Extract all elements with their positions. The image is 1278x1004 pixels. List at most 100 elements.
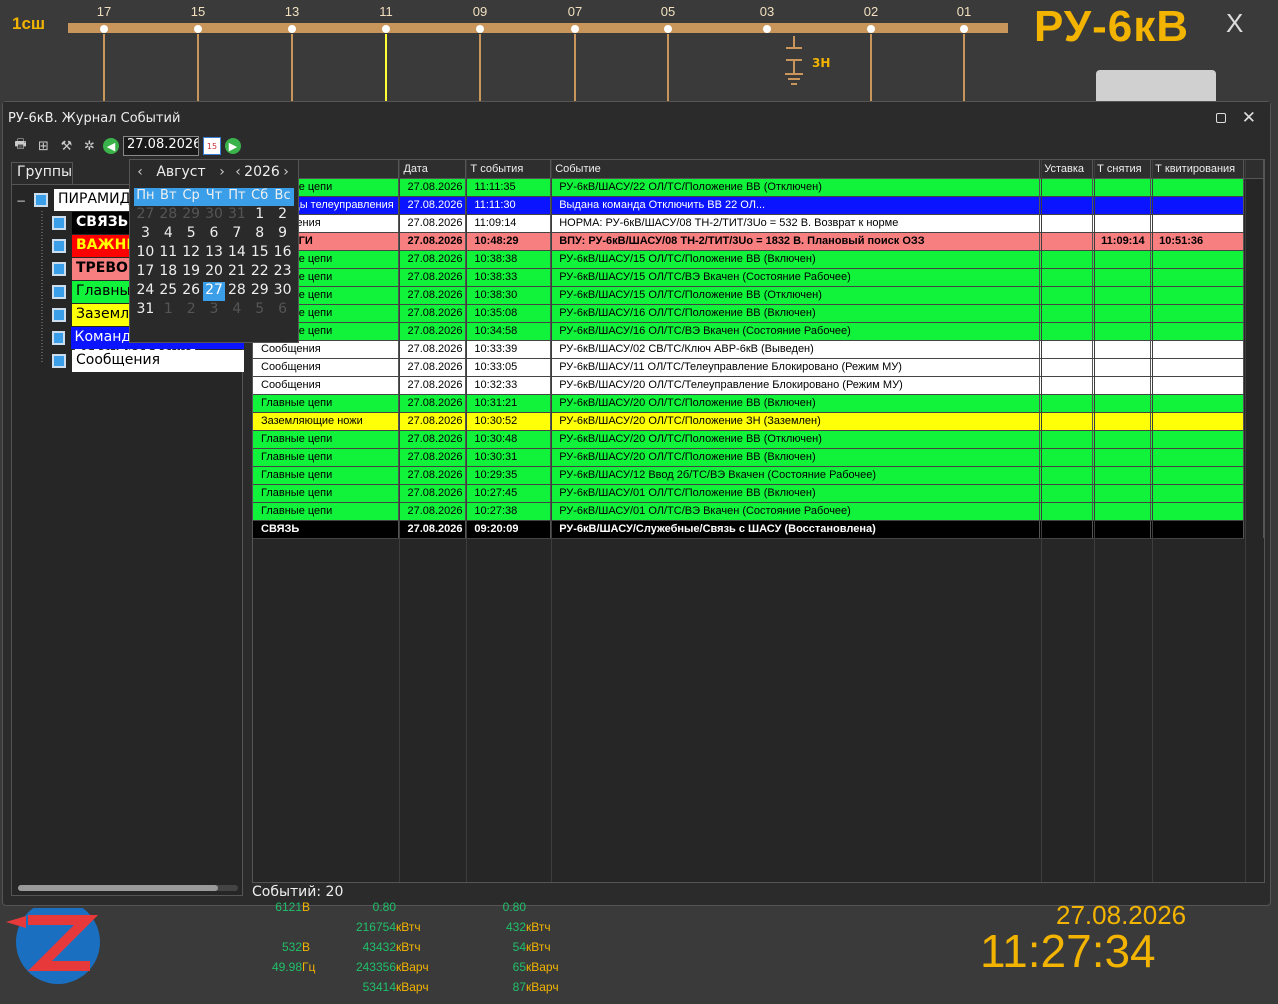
feeder-11[interactable]: 11 — [366, 4, 406, 106]
calendar-day[interactable]: 5 — [180, 225, 203, 244]
calendar-day[interactable]: 2 — [271, 206, 294, 225]
column-header[interactable]: Событие — [550, 160, 1041, 179]
calendar-icon[interactable]: 15 — [203, 137, 221, 155]
calendar-day[interactable]: 13 — [203, 244, 226, 263]
calendar-day[interactable]: 6 — [203, 225, 226, 244]
table-row[interactable]: Главные цепи 27.08.2026 10:27:38 РУ-6кВ/ШАС… — [253, 502, 1264, 521]
table-row[interactable]: Главные цепи27.08.202610:38:33РУ-6кВ/ШАС… — [253, 268, 1264, 287]
calendar-day[interactable]: 20 — [203, 263, 226, 282]
calendar-day[interactable]: 30 — [271, 282, 294, 301]
feeder-02[interactable]: 02 — [851, 4, 891, 106]
next-year-icon[interactable]: › — [280, 164, 292, 180]
calendar-month[interactable]: Август — [146, 164, 216, 180]
calendar-day[interactable]: 28 — [225, 282, 248, 301]
group-checkbox[interactable] — [52, 216, 66, 230]
calendar-day[interactable]: 12 — [180, 244, 203, 263]
table-row[interactable]: Главные цепи 27.08.2026 10:30:48 РУ-6кВ/ШАС… — [253, 430, 1264, 449]
group-checkbox[interactable] — [52, 331, 65, 345]
tree-icon[interactable]: ⊞ — [34, 137, 53, 156]
table-row[interactable]: СВЯЗЬ 27.08.2026 09:20:09 РУ-6кВ/ШАСУ/Служе… — [253, 520, 1264, 539]
table-row[interactable]: Главные цепи 27.08.2026 10:30:31 РУ-6кВ/ШАС… — [253, 448, 1264, 467]
filter-icon[interactable]: ✲ — [80, 137, 99, 156]
calendar-day[interactable]: 1 — [157, 301, 180, 320]
window-close-button[interactable]: ✕ — [1242, 108, 1256, 128]
calendar-day[interactable]: 4 — [225, 301, 248, 320]
table-row[interactable]: Главные цепи27.08.202610:38:38РУ-6кВ/ШАС… — [253, 250, 1264, 269]
column-header[interactable]: Т события — [465, 160, 552, 179]
feeder-07[interactable]: 07 — [555, 4, 595, 106]
table-row[interactable]: Главные цепи27.08.202610:38:30РУ-6кВ/ШАС… — [253, 286, 1264, 305]
calendar-day[interactable]: 18 — [157, 263, 180, 282]
calendar-day[interactable]: 15 — [248, 244, 271, 263]
table-row[interactable]: Главные цепи27.08.202610:34:58РУ-6кВ/ШАС… — [253, 322, 1264, 341]
column-header[interactable]: Т квитирования — [1150, 160, 1245, 179]
table-row[interactable]: Сообщения 27.08.2026 10:32:33 РУ-6кВ/ШАСУ/2… — [253, 376, 1264, 395]
calendar-day[interactable]: 28 — [157, 206, 180, 225]
calendar-day[interactable]: 27 — [134, 206, 157, 225]
calendar-day[interactable]: 11 — [157, 244, 180, 263]
calendar-day[interactable]: 7 — [225, 225, 248, 244]
column-header[interactable]: Уставка — [1039, 160, 1094, 179]
calendar-day[interactable]: 9 — [271, 225, 294, 244]
column-header[interactable]: Дата — [398, 160, 467, 179]
group-checkbox[interactable] — [52, 262, 66, 276]
calendar-day[interactable]: 16 — [271, 244, 294, 263]
calendar-day[interactable]: 4 — [157, 225, 180, 244]
feeder-15[interactable]: 15 — [178, 4, 218, 106]
group-checkbox[interactable] — [52, 285, 66, 299]
calendar-day[interactable]: 23 — [271, 263, 294, 282]
table-row[interactable]: Главные цепи 27.08.2026 10:29:35 РУ-6кВ/ШАС… — [253, 466, 1264, 485]
group-checkbox[interactable] — [52, 308, 66, 322]
group-checkbox[interactable] — [52, 354, 66, 368]
calendar-day[interactable]: 17 — [134, 263, 157, 282]
feeder-09[interactable]: 09 — [460, 4, 500, 106]
tree-item[interactable]: Сообщения — [52, 350, 244, 372]
calendar-day[interactable]: 10 — [134, 244, 157, 263]
calendar-day[interactable]: 31 — [134, 301, 157, 320]
calendar-day[interactable]: 3 — [203, 301, 226, 320]
calendar-day[interactable]: 26 — [180, 282, 203, 301]
table-row[interactable]: Главные цепи27.08.202611:11:35РУ-6кВ/ШАС… — [253, 178, 1264, 197]
calendar-day[interactable]: 22 — [248, 263, 271, 282]
group-checkbox[interactable] — [52, 239, 66, 253]
calendar-day[interactable]: 29 — [180, 206, 203, 225]
calendar-day[interactable]: 6 — [271, 301, 294, 320]
calendar-day[interactable]: 27 — [202, 282, 226, 301]
calendar-day[interactable]: 8 — [248, 225, 271, 244]
tab-groups[interactable]: Группы — [11, 162, 73, 184]
calendar-day[interactable]: 19 — [180, 263, 203, 282]
feeder-13[interactable]: 13 — [272, 4, 312, 106]
table-row[interactable]: Сообщения 27.08.2026 10:33:05 РУ-6кВ/ШАСУ/1… — [253, 358, 1264, 377]
print-icon[interactable]: 🖶 — [11, 137, 30, 156]
table-row[interactable]: Заземляющие ножи 27.08.2026 10:30:52 РУ-6кВ… — [253, 412, 1264, 431]
calendar-day[interactable]: 29 — [248, 282, 271, 301]
tools-icon[interactable]: ⚒ — [57, 137, 76, 156]
column-header[interactable]: Т снятия — [1092, 160, 1152, 179]
calendar-day[interactable]: 3 — [134, 225, 157, 244]
calendar-day[interactable]: 14 — [225, 244, 248, 263]
table-row[interactable]: Главные цепи 27.08.2026 10:31:21 РУ-6кВ/ШАС… — [253, 394, 1264, 413]
group-checkbox[interactable] — [34, 193, 48, 207]
calendar-day[interactable]: 5 — [248, 301, 271, 320]
next-month-icon[interactable]: › — [216, 164, 228, 180]
feeder-01[interactable]: 01 — [944, 4, 984, 106]
maximize-button[interactable] — [1216, 113, 1226, 123]
horizontal-scrollbar[interactable] — [18, 885, 238, 891]
calendar-day[interactable]: 1 — [248, 206, 271, 225]
feeder-17[interactable]: 17 — [84, 4, 124, 106]
table-row[interactable]: Главные цепи 27.08.2026 10:27:45 РУ-6кВ/ШАС… — [253, 484, 1264, 503]
date-field[interactable]: 27.08.2026 — [123, 136, 199, 156]
calendar-day[interactable]: 31 — [225, 206, 248, 225]
calendar-day[interactable]: 2 — [180, 301, 203, 320]
table-row[interactable]: Сообщения27.08.202611:09:14НОРМА: РУ-6кВ… — [253, 214, 1264, 233]
table-row[interactable]: ТРЕВОГИ27.08.202610:48:29ВПУ: РУ-6кВ/ШАС… — [253, 232, 1264, 251]
calendar-day[interactable]: 21 — [225, 263, 248, 282]
calendar-day[interactable]: 25 — [157, 282, 180, 301]
calendar-year[interactable]: 2026 — [244, 164, 280, 180]
prev-day-icon[interactable]: ◀ — [103, 138, 119, 154]
table-row[interactable]: Главные цепи27.08.202610:35:08РУ-6кВ/ШАС… — [253, 304, 1264, 323]
app-close-button[interactable]: X — [1226, 8, 1243, 39]
table-row[interactable]: Команды телеуправления 27.08.2026 11:11:30… — [253, 196, 1264, 215]
prev-year-icon[interactable]: ‹ — [232, 164, 244, 180]
table-row[interactable]: Сообщения 27.08.2026 10:33:39 РУ-6кВ/ШАСУ/0… — [253, 340, 1264, 359]
